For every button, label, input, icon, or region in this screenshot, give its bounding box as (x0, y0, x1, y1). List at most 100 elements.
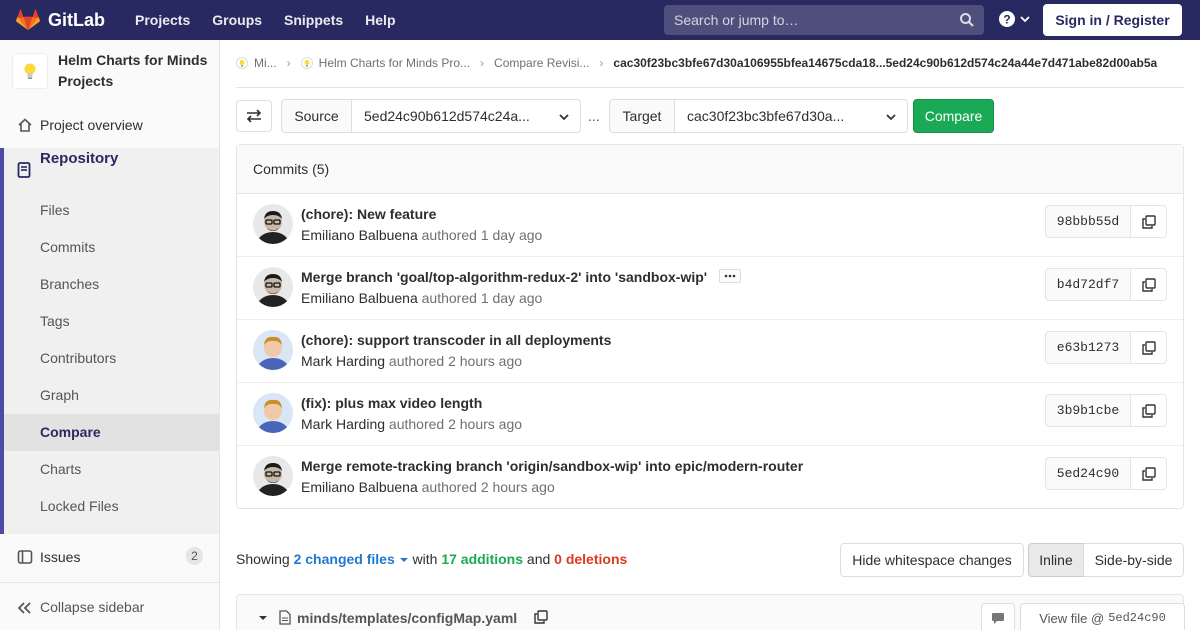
commit-list: (chore): New feature Emiliano Balbuena a… (237, 194, 1183, 509)
commit-sha[interactable]: 5ed24c90 (1045, 457, 1131, 490)
book-icon (17, 162, 31, 178)
target-dropdown[interactable]: cac30f23bc3bfe67d30a... (675, 99, 908, 133)
copy-sha-button[interactable] (1130, 205, 1167, 238)
deletions-count: 0 deletions (554, 551, 628, 567)
view-file-label: View file @ (1039, 610, 1105, 626)
expand-description-button[interactable] (719, 269, 741, 283)
avatar[interactable] (253, 204, 293, 244)
commit-author[interactable]: Emiliano Balbuena (301, 290, 418, 306)
nav-snippets[interactable]: Snippets (284, 12, 343, 28)
hide-whitespace-button[interactable]: Hide whitespace changes (840, 543, 1024, 577)
sidebar-sub-charts[interactable]: Charts (40, 461, 81, 477)
copy-sha-button[interactable] (1130, 394, 1167, 427)
commit-title[interactable]: (chore): New feature (301, 206, 436, 222)
source-dropdown[interactable]: 5ed24c90b612d574c24a... (352, 99, 581, 133)
sidebar-sub-files[interactable]: Files (40, 202, 70, 218)
commit-meta: Mark Harding authored 2 hours ago (301, 353, 522, 369)
avatar[interactable] (253, 393, 293, 433)
copy-sha-button[interactable] (1130, 457, 1167, 490)
compare-button[interactable]: Compare (913, 99, 994, 133)
diff-summary: Showing 2 changed files with 17 addition… (236, 551, 627, 567)
commit-row: (chore): New feature Emiliano Balbuena a… (237, 194, 1183, 257)
gitlab-tanuki-icon (16, 9, 40, 30)
commit-sha[interactable]: e63b1273 (1045, 331, 1131, 364)
commit-row: Merge remote-tracking branch 'origin/san… (237, 446, 1183, 509)
avatar[interactable] (253, 456, 293, 496)
inline-view-button[interactable]: Inline (1028, 543, 1084, 577)
sidebar-overview-label: Project overview (40, 117, 143, 133)
collapse-sidebar-button[interactable]: Collapse sidebar (0, 582, 219, 630)
sidebar-item-overview[interactable]: Project overview (0, 113, 219, 137)
commit-row: Merge branch 'goal/top-algorithm-redux-2… (237, 257, 1183, 320)
commits-panel: Commits (5) (chore): New feature Emilian… (236, 144, 1184, 509)
help-dropdown[interactable]: ? (998, 10, 1031, 28)
changed-files-dropdown[interactable]: 2 changed files (294, 551, 413, 567)
project-avatar (12, 53, 48, 89)
sidebar-sub-commits[interactable]: Commits (40, 239, 95, 255)
chevron-down-icon (1020, 16, 1030, 23)
lightbulb-icon (24, 63, 36, 79)
search-input[interactable] (674, 12, 954, 28)
commit-time: 1 day ago (480, 227, 543, 243)
side-by-side-button[interactable]: Side-by-side (1083, 543, 1184, 577)
commit-title[interactable]: (chore): support transcoder in all deplo… (301, 332, 611, 348)
swap-revisions-button[interactable] (236, 100, 272, 132)
commit-author[interactable]: Mark Harding (301, 353, 385, 369)
target-label: Target (609, 99, 675, 133)
breadcrumb-namespace[interactable]: Mi... (236, 56, 277, 70)
breadcrumb-separator: › (480, 56, 485, 70)
issues-count-badge: 2 (186, 547, 203, 565)
sidebar-sub-graph[interactable]: Graph (40, 387, 79, 403)
compare-ellipsis: ... (588, 108, 600, 124)
breadcrumb-project[interactable]: Helm Charts for Minds Pro... (300, 56, 470, 70)
toggle-comments-button[interactable] (981, 603, 1015, 630)
breadcrumb-compare[interactable]: Compare Revisi... (494, 56, 589, 70)
sidebar-sub-compare[interactable]: Compare (40, 424, 101, 440)
copy-icon[interactable] (534, 610, 548, 624)
commit-sha[interactable]: 98bbb55d (1045, 205, 1131, 238)
sidebar-sub-tags[interactable]: Tags (40, 313, 70, 329)
sign-in-button[interactable]: Sign in / Register (1043, 4, 1182, 36)
commit-row: (fix): plus max video length Mark Hardin… (237, 383, 1183, 446)
sidebar-sub-locked-files[interactable]: Locked Files (40, 498, 119, 514)
copy-icon (1141, 466, 1156, 481)
nav-help[interactable]: Help (365, 12, 395, 28)
copy-sha-button[interactable] (1130, 331, 1167, 364)
file-path[interactable]: minds/templates/configMap.yaml (297, 610, 517, 626)
svg-text:?: ? (1003, 13, 1010, 27)
avatar[interactable] (253, 330, 293, 370)
commit-author[interactable]: Mark Harding (301, 416, 385, 432)
changed-files-label: 2 changed files (293, 551, 395, 567)
commit-title[interactable]: Merge branch 'goal/top-algorithm-redux-2… (301, 269, 707, 285)
commit-author[interactable]: Emiliano Balbuena (301, 479, 418, 495)
view-file-button[interactable]: View file @ 5ed24c90 (1020, 603, 1185, 630)
commit-sha[interactable]: 3b9b1cbe (1045, 394, 1131, 427)
authored-label: authored (421, 290, 477, 306)
avatar[interactable] (253, 267, 293, 307)
nav-groups[interactable]: Groups (212, 12, 262, 28)
source-label: Source (281, 99, 352, 133)
chevron-down-icon (886, 114, 896, 121)
authored-label: authored (388, 353, 445, 369)
sidebar-sub-contributors[interactable]: Contributors (40, 350, 116, 366)
collapse-sidebar-label: Collapse sidebar (40, 599, 145, 615)
commit-author[interactable]: Emiliano Balbuena (301, 227, 418, 243)
commit-meta: Mark Harding authored 2 hours ago (301, 416, 522, 432)
gitlab-logo[interactable]: GitLab (16, 9, 105, 31)
copy-sha-button[interactable] (1130, 268, 1167, 301)
search-icon[interactable] (959, 12, 975, 28)
commit-meta: Emiliano Balbuena authored 2 hours ago (301, 479, 555, 495)
view-file-sha: 5ed24c90 (1108, 611, 1166, 625)
commit-title[interactable]: Merge remote-tracking branch 'origin/san… (301, 458, 803, 474)
file-icon (279, 610, 291, 625)
sidebar-sub-branches[interactable]: Branches (40, 276, 99, 292)
summary-with: with (412, 551, 438, 567)
nav-projects[interactable]: Projects (135, 12, 190, 28)
target-value: cac30f23bc3bfe67d30a... (687, 108, 845, 124)
caret-down-icon[interactable] (258, 614, 268, 622)
commit-title[interactable]: (fix): plus max video length (301, 395, 482, 411)
copy-icon (1141, 340, 1156, 355)
diff-file-header: minds/templates/configMap.yaml View file… (236, 594, 1185, 630)
commit-sha[interactable]: b4d72df7 (1045, 268, 1131, 301)
ellipsis-icon (724, 274, 736, 278)
